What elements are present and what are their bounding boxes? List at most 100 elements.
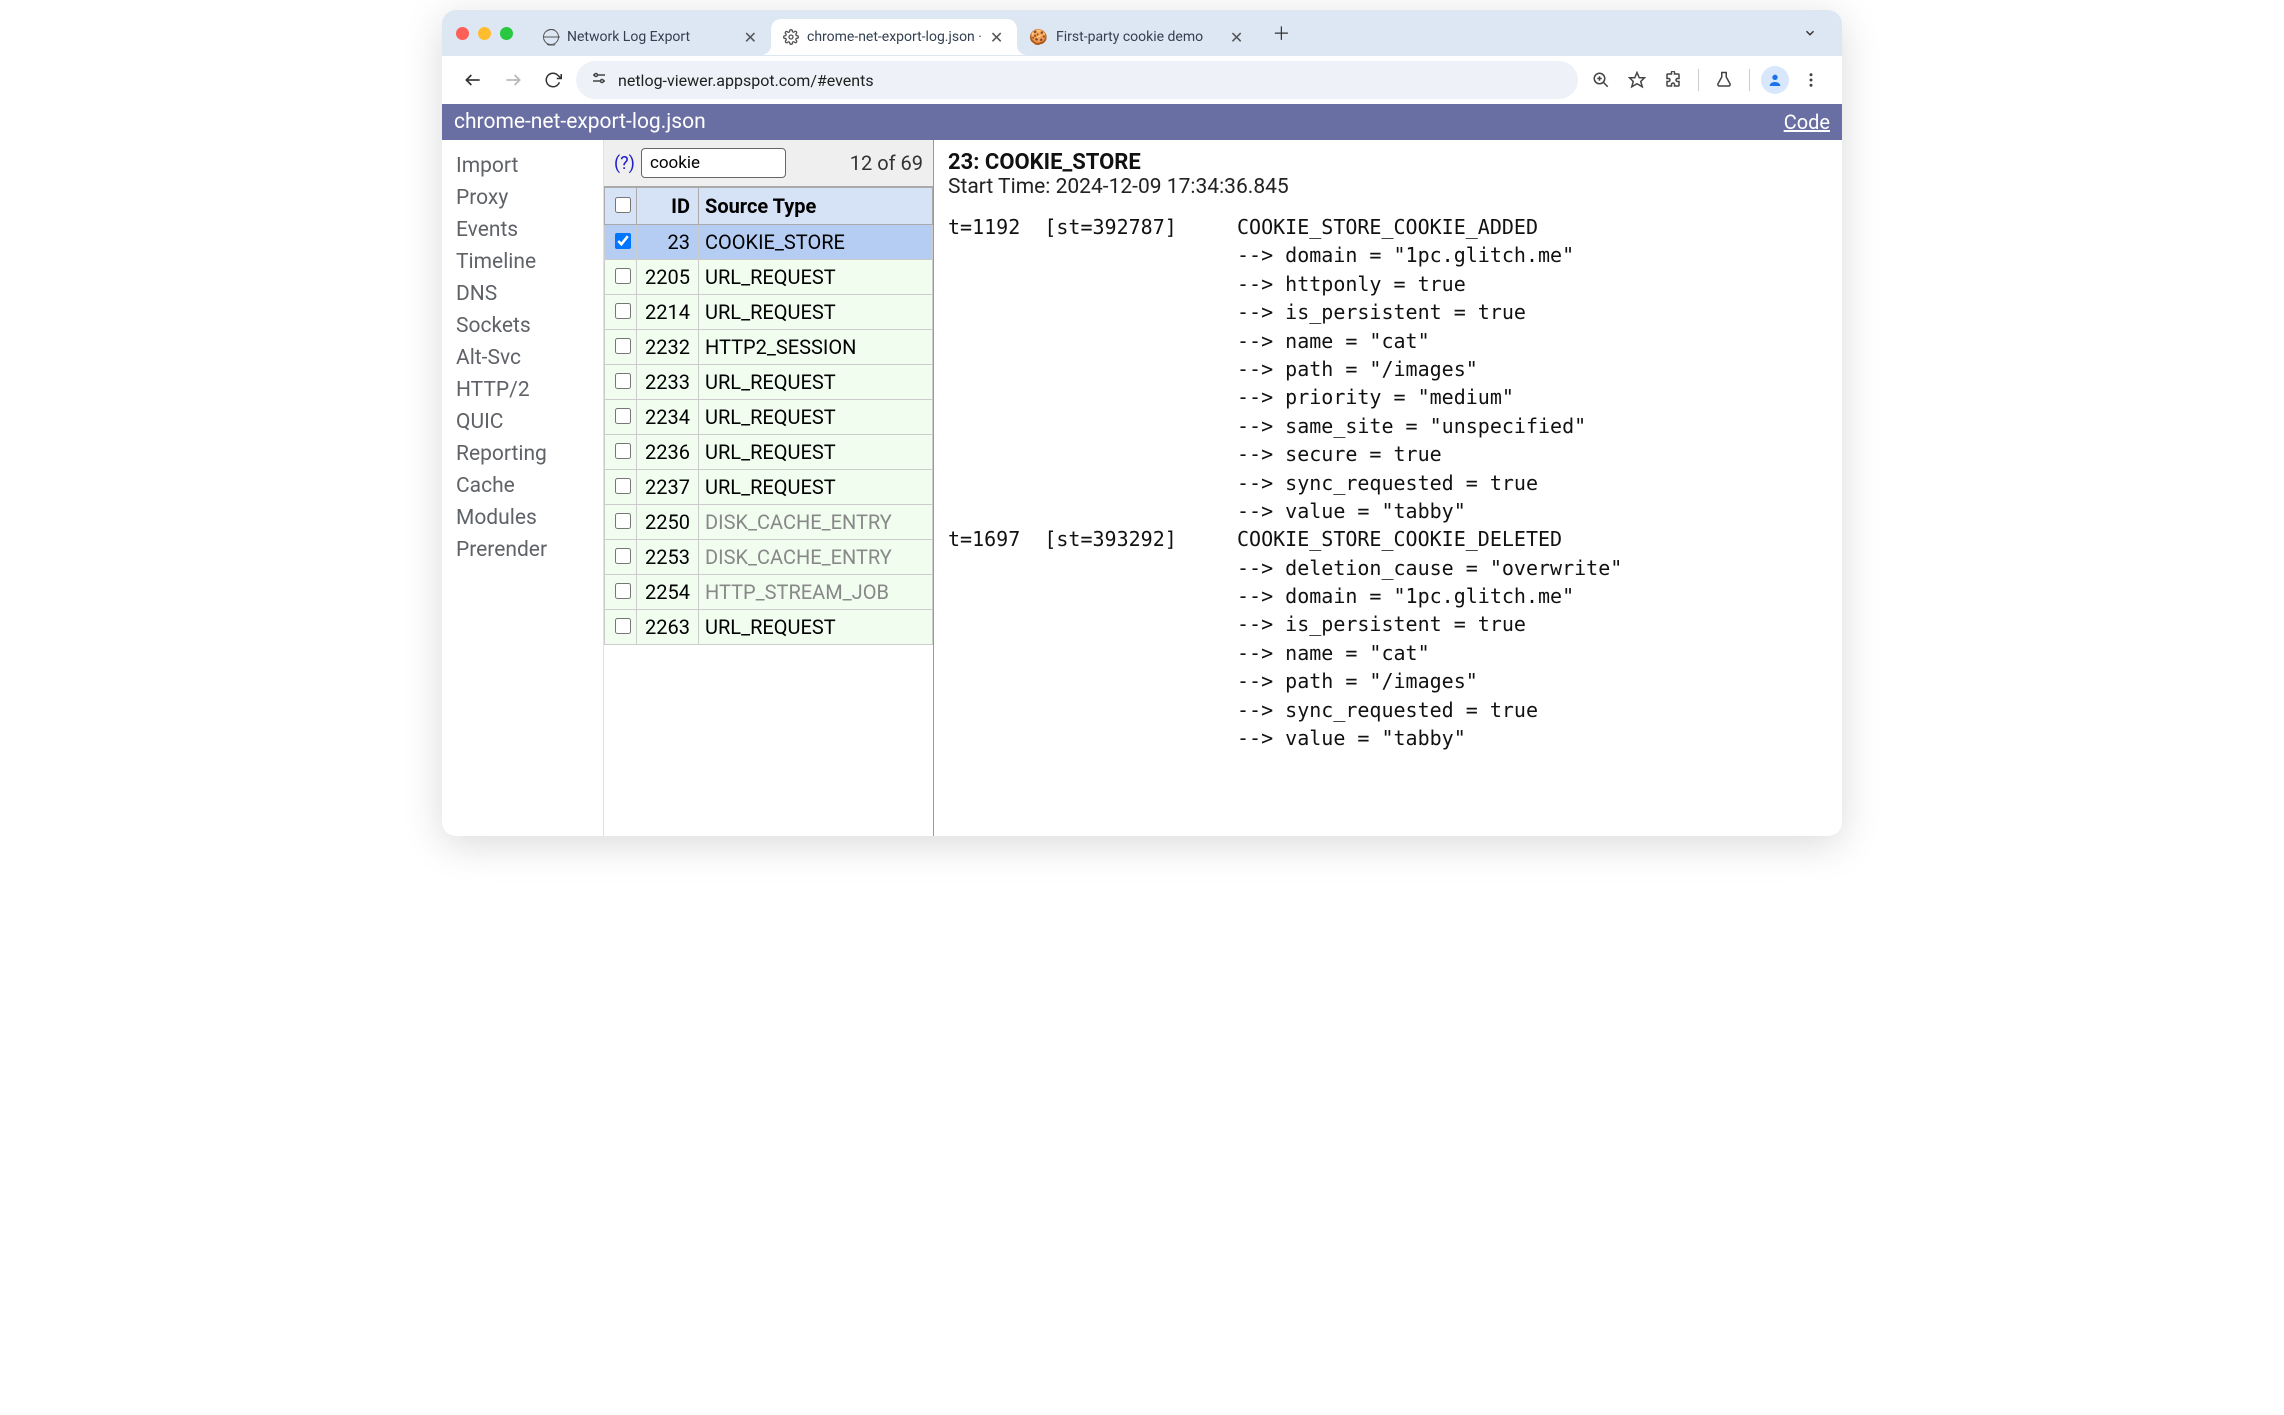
table-row[interactable]: 2263URL_REQUEST [605,610,933,645]
table-row[interactable]: 2236URL_REQUEST [605,435,933,470]
row-id: 2236 [637,435,699,470]
cookie-icon: 🍪 [1029,28,1048,46]
new-tab-button[interactable]: ＋ [1267,19,1295,47]
url-text: netlog-viewer.appspot.com/#events [618,71,874,90]
filter-input[interactable] [641,148,786,178]
row-checkbox[interactable] [615,443,631,459]
traffic-lights [456,27,513,40]
row-checkbox[interactable] [615,268,631,284]
row-id: 2233 [637,365,699,400]
back-button[interactable] [456,63,490,97]
table-row[interactable]: 2205URL_REQUEST [605,260,933,295]
events-table: ID Source Type 23COOKIE_STORE2205URL_REQ… [604,187,933,645]
sidebar-item-import[interactable]: Import [442,150,603,182]
sidebar-item-sockets[interactable]: Sockets [442,310,603,342]
row-source-type: URL_REQUEST [699,435,933,470]
table-row[interactable]: 2253DISK_CACHE_ENTRY [605,540,933,575]
gear-icon [783,29,799,45]
row-id: 2237 [637,470,699,505]
sidebar-item-cache[interactable]: Cache [442,470,603,502]
row-id: 2253 [637,540,699,575]
code-link[interactable]: Code [1784,110,1830,134]
table-row[interactable]: 2237URL_REQUEST [605,470,933,505]
table-row[interactable]: 2232HTTP2_SESSION [605,330,933,365]
row-id: 2263 [637,610,699,645]
sidebar-item-modules[interactable]: Modules [442,502,603,534]
close-tab-icon[interactable]: ✕ [990,28,1003,47]
sidebar-item-reporting[interactable]: Reporting [442,438,603,470]
tab-cookie-demo[interactable]: 🍪 First-party cookie demo ✕ [1017,19,1257,55]
select-all-checkbox[interactable] [615,197,631,213]
bookmark-icon[interactable] [1620,63,1654,97]
row-source-type: URL_REQUEST [699,470,933,505]
filter-bar: (?) 12 of 69 [604,140,933,187]
column-header-id[interactable]: ID [637,188,699,225]
row-checkbox[interactable] [615,373,631,389]
detail-start-time: Start Time: 2024-12-09 17:34:36.845 [948,175,1828,199]
tab-title: First-party cookie demo [1056,29,1203,45]
row-checkbox[interactable] [615,618,631,634]
sidebar-item-events[interactable]: Events [442,214,603,246]
row-checkbox[interactable] [615,233,631,249]
reload-button[interactable] [536,63,570,97]
extensions-icon[interactable] [1656,63,1690,97]
minimize-window-button[interactable] [478,27,491,40]
row-source-type: URL_REQUEST [699,400,933,435]
table-row[interactable]: 2250DISK_CACHE_ENTRY [605,505,933,540]
browser-chrome: Network Log Export ✕ chrome-net-export-l… [442,10,1842,104]
row-source-type: DISK_CACHE_ENTRY [699,505,933,540]
sidebar-item-prerender[interactable]: Prerender [442,534,603,566]
sidebar-item-http-2[interactable]: HTTP/2 [442,374,603,406]
sidebar-item-quic[interactable]: QUIC [442,406,603,438]
row-checkbox[interactable] [615,303,631,319]
sidebar-item-proxy[interactable]: Proxy [442,182,603,214]
labs-icon[interactable] [1707,63,1741,97]
table-row[interactable]: 2214URL_REQUEST [605,295,933,330]
site-settings-icon[interactable] [590,69,608,91]
app-title: chrome-net-export-log.json [454,110,706,134]
row-source-type: HTTP_STREAM_JOB [699,575,933,610]
tab-list-dropdown[interactable] [1796,19,1824,47]
table-row[interactable]: 2233URL_REQUEST [605,365,933,400]
row-checkbox[interactable] [615,548,631,564]
sidebar-item-alt-svc[interactable]: Alt-Svc [442,342,603,374]
forward-button[interactable] [496,63,530,97]
close-tab-icon[interactable]: ✕ [1230,28,1243,47]
row-id: 23 [637,225,699,260]
filter-help-link[interactable]: (?) [614,153,635,174]
row-checkbox[interactable] [615,408,631,424]
tab-netlog-viewer[interactable]: chrome-net-export-log.json · ✕ [771,19,1017,55]
row-source-type: URL_REQUEST [699,295,933,330]
row-id: 2250 [637,505,699,540]
browser-toolbar: netlog-viewer.appspot.com/#events [442,56,1842,104]
divider [1749,69,1750,91]
row-checkbox[interactable] [615,478,631,494]
kebab-menu-icon[interactable] [1794,63,1828,97]
close-window-button[interactable] [456,27,469,40]
row-checkbox[interactable] [615,338,631,354]
address-bar[interactable]: netlog-viewer.appspot.com/#events [576,61,1578,99]
table-row[interactable]: 2234URL_REQUEST [605,400,933,435]
divider [1698,69,1699,91]
event-detail-pane: 23: COOKIE_STORE Start Time: 2024-12-09 … [934,140,1842,836]
row-source-type: URL_REQUEST [699,610,933,645]
row-source-type: COOKIE_STORE [699,225,933,260]
sidebar-item-dns[interactable]: DNS [442,278,603,310]
sidebar-item-timeline[interactable]: Timeline [442,246,603,278]
tab-title: Network Log Export [567,29,690,45]
row-checkbox[interactable] [615,513,631,529]
profile-button[interactable] [1758,63,1792,97]
row-id: 2205 [637,260,699,295]
table-row[interactable]: 2254HTTP_STREAM_JOB [605,575,933,610]
row-source-type: HTTP2_SESSION [699,330,933,365]
tab-strip: Network Log Export ✕ chrome-net-export-l… [442,10,1842,56]
column-header-source-type[interactable]: Source Type [699,188,933,225]
zoom-icon[interactable] [1584,63,1618,97]
maximize-window-button[interactable] [500,27,513,40]
tab-title: chrome-net-export-log.json · [807,29,982,45]
close-tab-icon[interactable]: ✕ [744,28,757,47]
table-row[interactable]: 23COOKIE_STORE [605,225,933,260]
row-checkbox[interactable] [615,583,631,599]
tab-network-log-export[interactable]: Network Log Export ✕ [531,19,771,55]
events-list-pane: (?) 12 of 69 ID Source Type 23COOKIE_STO… [604,140,934,836]
